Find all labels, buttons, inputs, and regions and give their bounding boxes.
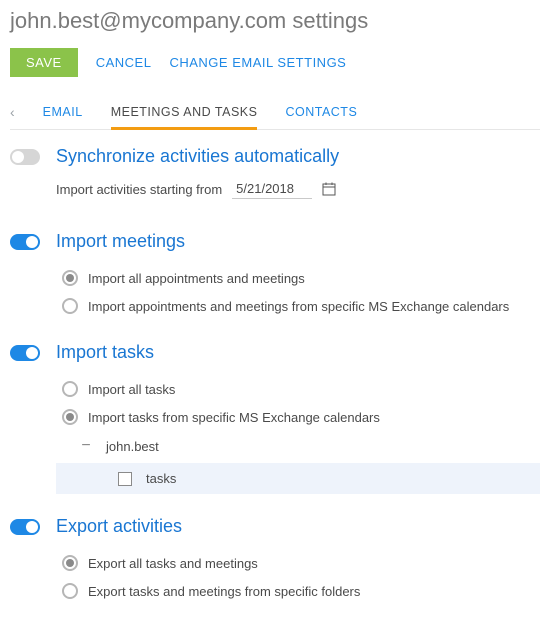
import-tasks-title: Import tasks <box>56 342 540 363</box>
export-radio-all[interactable] <box>62 555 78 571</box>
cancel-button[interactable]: CANCEL <box>96 55 152 70</box>
save-button[interactable]: SAVE <box>10 48 78 77</box>
change-email-settings-button[interactable]: CHANGE EMAIL SETTINGS <box>169 55 346 70</box>
export-label-specific: Export tasks and meetings from specific … <box>88 584 540 599</box>
tab-email[interactable]: EMAIL <box>43 95 83 129</box>
import-tasks-label-all: Import all tasks <box>88 382 540 397</box>
sync-title: Synchronize activities automatically <box>56 146 540 167</box>
import-tasks-radio-all[interactable] <box>62 381 78 397</box>
import-meetings-label-specific: Import appointments and meetings from sp… <box>88 299 540 314</box>
calendar-child-label: tasks <box>146 471 176 486</box>
action-bar: SAVE CANCEL CHANGE EMAIL SETTINGS <box>10 48 540 77</box>
tab-contacts[interactable]: CONTACTS <box>285 95 357 129</box>
export-title: Export activities <box>56 516 540 537</box>
section-import-meetings: Import meetings Import all appointments … <box>10 215 540 326</box>
import-meetings-radio-all[interactable] <box>62 270 78 286</box>
calendar-child-checkbox[interactable] <box>118 472 132 486</box>
export-toggle[interactable] <box>10 519 40 535</box>
calendar-root-label: john.best <box>106 439 159 454</box>
back-chevron-icon[interactable]: ‹ <box>10 104 15 120</box>
section-export: Export activities Export all tasks and m… <box>10 500 540 611</box>
export-radio-specific[interactable] <box>62 583 78 599</box>
tab-meetings-and-tasks[interactable]: MEETINGS AND TASKS <box>111 95 258 129</box>
import-tasks-label-specific: Import tasks from specific MS Exchange c… <box>88 410 540 425</box>
import-tasks-radio-specific[interactable] <box>62 409 78 425</box>
import-tasks-toggle[interactable] <box>10 345 40 361</box>
export-label-all: Export all tasks and meetings <box>88 556 540 571</box>
page-title: john.best@mycompany.com settings <box>10 8 540 34</box>
sync-toggle[interactable] <box>10 149 40 165</box>
sync-date-input[interactable] <box>232 179 312 199</box>
calendar-tree-root[interactable]: − john.best <box>56 431 540 461</box>
import-meetings-radio-specific[interactable] <box>62 298 78 314</box>
import-meetings-title: Import meetings <box>56 231 540 252</box>
calendar-icon[interactable] <box>322 182 336 196</box>
tree-collapse-icon[interactable]: − <box>80 437 92 455</box>
section-import-tasks: Import tasks Import all tasks Import tas… <box>10 326 540 500</box>
tabs: ‹ EMAIL MEETINGS AND TASKS CONTACTS <box>10 95 540 130</box>
import-meetings-label-all: Import all appointments and meetings <box>88 271 540 286</box>
calendar-tree-child[interactable]: tasks <box>56 463 540 494</box>
sync-date-label: Import activities starting from <box>56 182 222 197</box>
import-meetings-toggle[interactable] <box>10 234 40 250</box>
section-sync: Synchronize activities automatically Imp… <box>10 130 540 215</box>
